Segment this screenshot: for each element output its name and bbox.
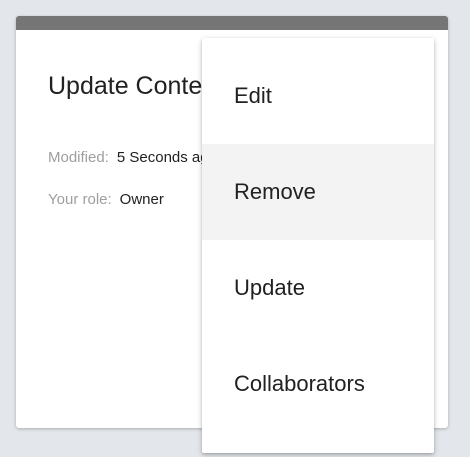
menu-item-update[interactable]: Update <box>202 240 434 336</box>
context-menu: Edit Remove Update Collaborators <box>202 38 434 453</box>
card-header-bar <box>16 16 448 30</box>
modified-row: Modified: 5 Seconds ago <box>48 149 217 166</box>
modified-label: Modified: <box>48 149 109 166</box>
menu-item-collaborators[interactable]: Collaborators <box>202 336 434 432</box>
card-title: Update Content <box>48 72 224 100</box>
menu-item-edit[interactable]: Edit <box>202 48 434 144</box>
role-value: Owner <box>119 191 164 208</box>
role-label: Your role: <box>48 191 112 208</box>
menu-item-remove[interactable]: Remove <box>202 144 434 240</box>
role-row: Your role: Owner <box>48 191 164 208</box>
